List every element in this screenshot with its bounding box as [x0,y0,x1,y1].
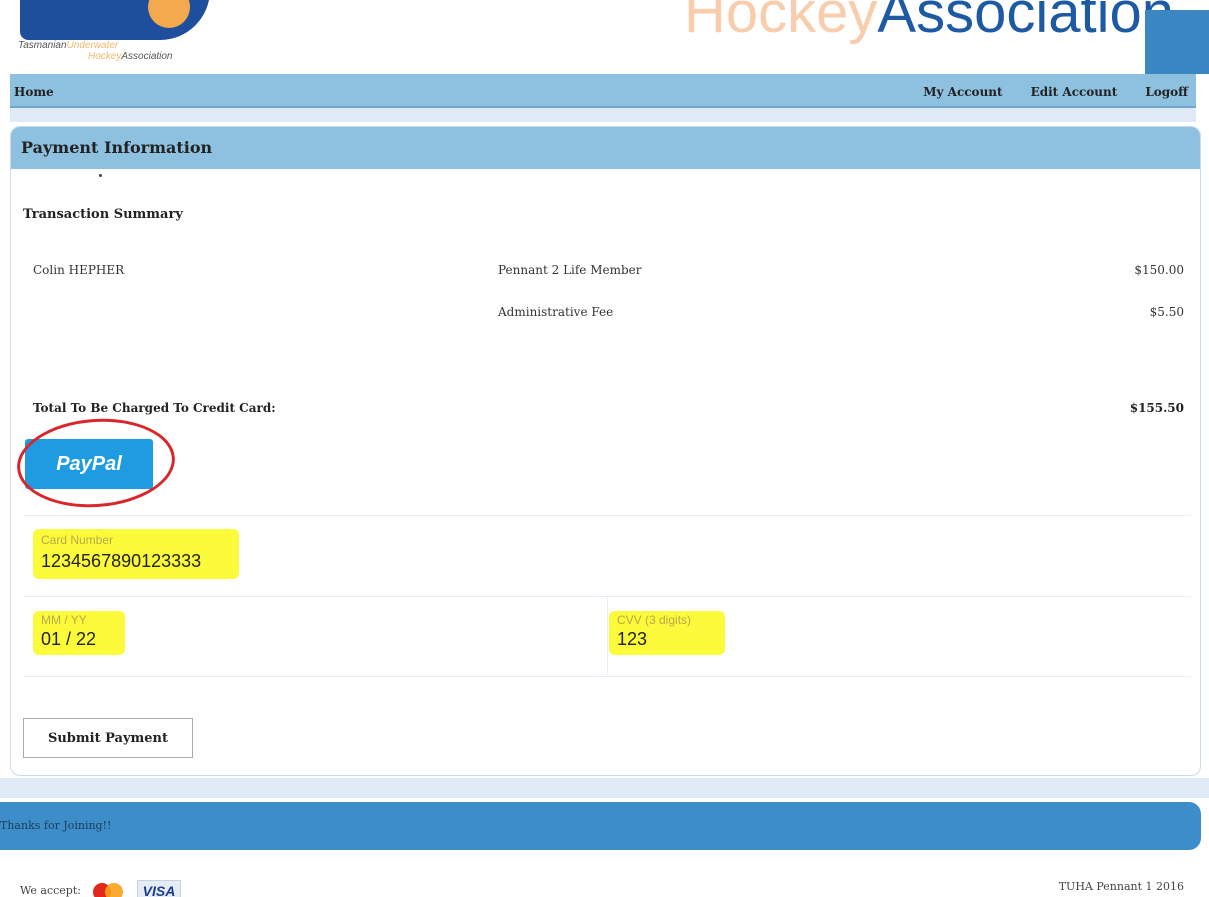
nav-account-links: My Account Edit Account Logoff [923,85,1188,99]
nav-home-link[interactable]: Home [14,85,54,99]
nav-edit-account-link[interactable]: Edit Account [1031,85,1118,99]
card-number-field[interactable]: Card Number 1234567890123333 [33,529,239,579]
logo-text: TasmanianUnderwater HockeyAssociation [18,40,173,62]
expiry-value: 01 / 22 [41,629,97,649]
site-header: TasmanianUnderwater HockeyAssociation Ho… [0,0,1209,74]
nav-logoff-link[interactable]: Logoff [1145,85,1188,99]
mastercard-icon [86,881,131,897]
transaction-summary-title: Transaction Summary [23,207,183,222]
we-accept-label: We accept: [20,883,81,897]
expiry-field[interactable]: MM / YY 01 / 22 [33,611,125,655]
payment-panel: Payment Information Transaction Summary … [10,126,1201,776]
thanks-message: Thanks for Joining!! [0,819,112,832]
total-value: $155.50 [1129,401,1184,415]
item-amount: $150.00 [1134,263,1184,277]
member-name: Colin HEPHER [33,263,125,277]
main-nav: Home My Account Edit Account Logoff [10,74,1196,108]
site-logo[interactable]: TasmanianUnderwater HockeyAssociation [10,0,260,74]
item-description: Pennant 2 Life Member [498,263,642,277]
divider [23,676,1191,677]
logo-text-tasmanian: Tasmanian [18,40,67,51]
expiry-label: MM / YY [41,613,87,627]
cvv-label: CVV (3 digits) [617,613,692,627]
item-description: Administrative Fee [498,305,614,319]
logo-text-underwater: Underwater [66,40,119,51]
paypal-button[interactable]: PayPal [25,439,153,489]
item-amount: $5.50 [1149,305,1184,319]
cvv-value: 123 [617,629,648,649]
total-label: Total To Be Charged To Credit Card: [33,401,276,415]
banner-title-hockey: Hockey [684,0,878,45]
card-number-label: Card Number [41,533,114,547]
copyright-text: TUHA Pennant 1 2016 [1058,880,1184,893]
banner-title-association: Association [877,0,1175,45]
banner-title: HockeyAssociation [684,0,1174,48]
visa-icon: VISA [136,880,181,897]
site-footer: We accept: VISA TUHA Pennant 1 2016 [10,862,1196,897]
panel-title: Payment Information [11,127,1200,169]
divider [23,515,1191,516]
accepted-cards: We accept: VISA [20,880,181,897]
logo-text-hockey: Hockey [88,51,122,62]
nav-under-strip [10,108,1196,122]
stray-dot [99,174,102,177]
banner-decor-block [1145,10,1209,74]
divider-vertical [607,597,608,675]
nav-my-account-link[interactable]: My Account [923,85,1002,99]
cvv-field[interactable]: CVV (3 digits) 123 [609,611,725,655]
submit-payment-button[interactable]: Submit Payment [23,718,193,758]
logo-text-association: Association [121,51,173,62]
thanks-bar: Thanks for Joining!! [0,802,1201,850]
footer-strip [0,778,1209,798]
card-number-value: 1234567890123333 [41,551,202,571]
